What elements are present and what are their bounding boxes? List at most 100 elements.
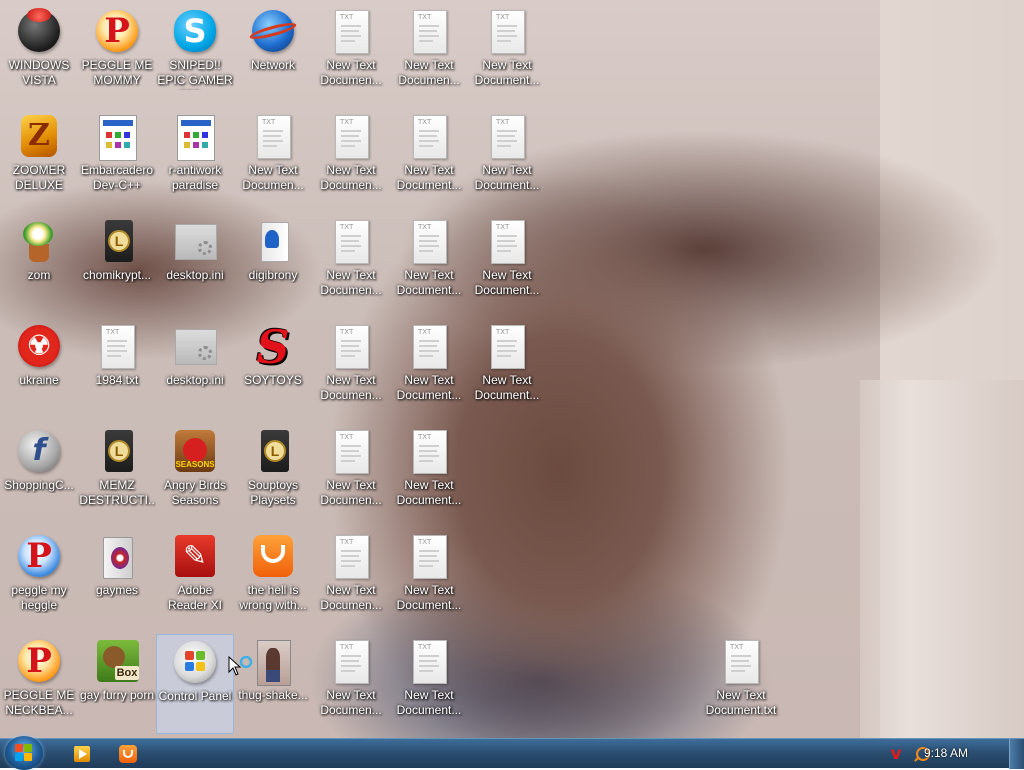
desktop-icon-adobe-reader-xi[interactable]: ✎ Adobe Reader XI (156, 529, 234, 629)
peggle-icon: P (15, 638, 63, 686)
text-document-icon: TXT (483, 323, 531, 371)
loader-document-icon: L (93, 218, 141, 266)
desktop-icon-new-text-document[interactable]: TXT New Text Document... (390, 319, 468, 419)
text-document-icon: TXT (249, 113, 297, 161)
peggle-icon: P (15, 533, 63, 581)
desktop-icon-desktop-ini[interactable]: desktop.ini (156, 214, 234, 314)
media-player-icon (74, 746, 90, 762)
show-desktop-button[interactable] (1009, 739, 1024, 769)
desktop[interactable]: WINDOWS VISTA P PEGGLE ME MOMMY S SNIPED… (0, 0, 1024, 738)
wallpaper-door (860, 380, 1024, 738)
video-thumbnail-icon (249, 638, 297, 686)
desktop-icon-gay-furry-porn[interactable]: Box gay furry porn (78, 634, 156, 734)
taskbar-uc-browser-button[interactable] (112, 742, 142, 766)
installer-icon (249, 218, 297, 266)
skype-icon: S (171, 8, 219, 56)
desktop-icon-ukraine[interactable]: ☢ ukraine (0, 319, 78, 419)
uc-browser-icon (119, 745, 137, 763)
desktop-icon-new-text-document[interactable]: TXT New Text Document... (468, 319, 546, 419)
desktop-icon-new-text-document[interactable]: TXT New Text Documen... (312, 634, 390, 734)
desktop-icon-windows-vista[interactable]: WINDOWS VISTA (0, 4, 78, 104)
desktop-icon-new-text-document[interactable]: TXT New Text Documen... (312, 319, 390, 419)
taskbar-media-player-button[interactable] (66, 742, 96, 766)
mouse-pointer-icon (228, 655, 253, 676)
desktop-icon-souptoys-playsets[interactable]: L Souptoys Playsets (234, 424, 312, 524)
desktop-icon-peggle-me-mommy[interactable]: P PEGGLE ME MOMMY (78, 4, 156, 104)
settings-file-icon (171, 218, 219, 266)
text-document-icon: TXT (93, 323, 141, 371)
zuma-icon: Z (15, 113, 63, 161)
desktop-icon-digibrony[interactable]: digibrony (234, 214, 312, 314)
desktop-icon-chomikrypt[interactable]: L chomikrypt... (78, 214, 156, 314)
desktop-icon-new-text-document[interactable]: TXT New Text Document... (468, 4, 546, 104)
loader-document-icon: L (249, 428, 297, 476)
flash-icon: f (15, 428, 63, 476)
desktop-icon-angry-birds-seasons[interactable]: SEASONS Angry Birds Seasons (156, 424, 234, 524)
box-game-icon: Box (93, 638, 141, 686)
clock[interactable]: 9:18 AM (924, 746, 968, 760)
bomb-icon (15, 8, 63, 56)
desktop-icon-network[interactable]: Network (234, 4, 312, 104)
desktop-icon-new-text-document[interactable]: TXT New Text Document... (468, 109, 546, 209)
desktop-icon-new-text-document[interactable]: TXT New Text Documen... (312, 424, 390, 524)
text-document-icon: TXT (327, 113, 375, 161)
text-document-icon: TXT (405, 533, 453, 581)
desktop-icon-new-text-document[interactable]: TXT New Text Documen... (312, 214, 390, 314)
desktop-icon-new-text-document[interactable]: TXT New Text Document... (390, 529, 468, 629)
tray-antivirus-icon[interactable]: v (886, 743, 906, 765)
desktop-icon-r-antiwork-paradise[interactable]: r-antiwork paradise (156, 109, 234, 209)
desktop-icon-new-text-document[interactable]: TXT New Text Document... (468, 214, 546, 314)
desktop-icon-new-text-document[interactable]: TXT New Text Document... (390, 214, 468, 314)
start-button[interactable] (5, 736, 43, 770)
desktop-icon-desktop-ini[interactable]: desktop.ini (156, 319, 234, 419)
desktop-icon-new-text-document[interactable]: TXT New Text Documen... (312, 529, 390, 629)
desktop-icon-the-hell-is-wrong[interactable]: the hell is wrong with... (234, 529, 312, 629)
radiation-icon: ☢ (15, 323, 63, 371)
desktop-icon-new-text-document[interactable]: TXT New Text Documen... (390, 4, 468, 104)
application-window-icon (93, 113, 141, 161)
text-document-icon: TXT (327, 638, 375, 686)
text-document-icon: TXT (483, 8, 531, 56)
desktop-icon-new-text-document[interactable]: TXT New Text Documen... (312, 4, 390, 104)
desktop-icon-1984-txt[interactable]: TXT 1984.txt (78, 319, 156, 419)
text-document-icon: TXT (483, 218, 531, 266)
settings-file-icon (171, 323, 219, 371)
desktop-icon-new-text-document[interactable]: TXT New Text Document... (390, 424, 468, 524)
desktop-icon-gaymes[interactable]: gaymes (78, 529, 156, 629)
desktop-icon-control-panel[interactable]: Control Panel (156, 634, 234, 734)
desktop-icon-sniped-epic-gamer[interactable]: S SNIPED!! EPIC GAMER 360... (156, 4, 234, 104)
antivirus-v-icon: v (890, 744, 902, 764)
desktop-icon-peggle-me-neckbea[interactable]: P PEGGLE ME NECKBEA... (0, 634, 78, 734)
desktop-icon-zom[interactable]: zom (0, 214, 78, 314)
desktop-icon-new-text-document[interactable]: TXT New Text Document.txt (702, 634, 780, 734)
red-s-icon: S (256, 320, 290, 374)
loader-document-icon: L (93, 428, 141, 476)
desktop-icon-embarcadero-devcpp[interactable]: Embarcadero Dev-C++ (78, 109, 156, 209)
text-document-icon: TXT (717, 638, 765, 686)
desktop-icon-new-text-document[interactable]: TXT New Text Document... (390, 634, 468, 734)
desktop-icon-shoppingc[interactable]: f ShoppingC... (0, 424, 78, 524)
text-document-icon: TXT (405, 8, 453, 56)
adobe-reader-icon: ✎ (171, 533, 219, 581)
peggle-icon: P (93, 8, 141, 56)
uc-browser-icon (249, 533, 297, 581)
desktop-icon-new-text-document[interactable]: TXT New Text Document... (390, 109, 468, 209)
desktop-icon-peggle-my-heggle[interactable]: P peggle my heggle (0, 529, 78, 629)
desktop-icon-memz-destructive[interactable]: L MEMZ DESTRUCTI... (78, 424, 156, 524)
text-document-icon: TXT (327, 428, 375, 476)
games-folder-icon (93, 533, 141, 581)
desktop-icon-new-text-document[interactable]: TXT New Text Documen... (312, 109, 390, 209)
desktop-icon-zoomer-deluxe[interactable]: Z ZOOMER DELUXE (0, 109, 78, 209)
plant-icon (15, 218, 63, 266)
text-document-icon: TXT (327, 533, 375, 581)
desktop-icon-soytoys[interactable]: S SOYTOYS (234, 319, 312, 419)
desktop-icon-new-text-document[interactable]: TXT New Text Documen... (234, 109, 312, 209)
text-document-icon: TXT (483, 113, 531, 161)
taskbar: v 9:18 AM (0, 736, 1024, 770)
control-panel-icon (171, 639, 219, 687)
application-window-icon (171, 113, 219, 161)
desktop-icon-thug-shake[interactable]: thug-shake... (234, 634, 312, 734)
text-document-icon: TXT (327, 8, 375, 56)
angry-birds-icon: SEASONS (171, 428, 219, 476)
text-document-icon: TXT (405, 113, 453, 161)
